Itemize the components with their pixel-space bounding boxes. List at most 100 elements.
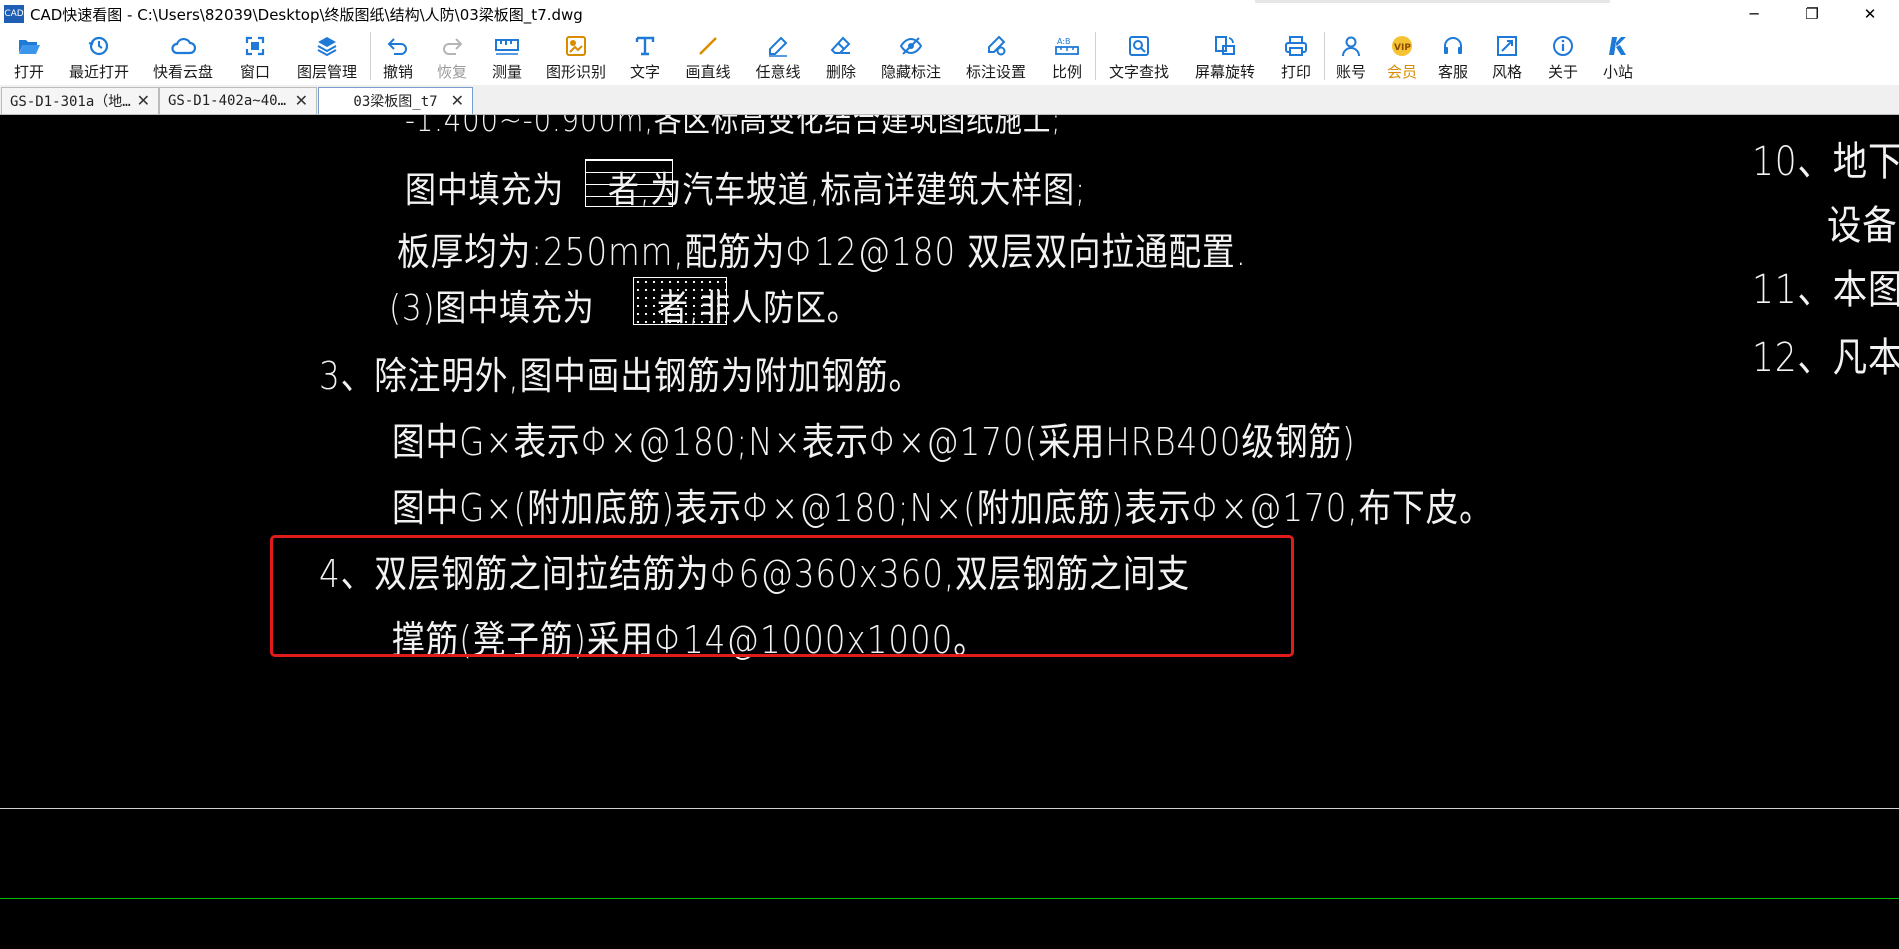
rotate-icon	[1212, 34, 1238, 58]
draw-line-button[interactable]: 画直线	[673, 28, 743, 85]
print-label: 打印	[1280, 63, 1311, 81]
svg-text:VIP: VIP	[1394, 43, 1411, 53]
freehand-icon	[765, 34, 791, 58]
undo-button[interactable]: 撤销	[371, 28, 425, 85]
recent-files-label: 最近打开	[68, 63, 129, 81]
text-search-label: 文字查找	[1108, 63, 1169, 81]
cloud-icon	[170, 34, 196, 58]
headset-icon	[1440, 34, 1466, 58]
tab-label: GS-D1-301a（地…	[10, 94, 131, 110]
drawing-text-line: 11、本图须	[1752, 267, 1899, 313]
tab-close-icon[interactable]: ✕	[295, 91, 308, 110]
style-label: 风格	[1491, 63, 1522, 81]
measure-button[interactable]: 测量	[479, 28, 535, 85]
minimize-button[interactable]: ─	[1725, 0, 1783, 28]
drawing-border-line	[0, 808, 1899, 809]
k-logo-icon	[1605, 34, 1631, 58]
delete-label: 删除	[825, 63, 856, 81]
svg-text:A:B: A:B	[1057, 37, 1071, 46]
redo-button[interactable]: 恢复	[425, 28, 479, 85]
scale-label: 比例	[1051, 63, 1082, 81]
tab-label: GS-D1-402a~40…	[168, 93, 287, 109]
window-title: CAD快速看图 - C:\Users\82039\Desktop\终版图纸\结构…	[30, 5, 583, 24]
customer-service-label: 客服	[1437, 63, 1468, 81]
drawing-text-line: 板厚均为:250mm,配筋为Φ12@180 双层双向拉通配置.	[397, 230, 1247, 274]
open-button[interactable]: 打开	[0, 28, 58, 85]
ruler-icon	[494, 34, 520, 58]
drawing-canvas[interactable]: -1.400~-0.900m,各区标高变化结合建筑图纸施工; 图中填充为 者,为…	[0, 115, 1899, 949]
drawing-text-line: 者,非人防区。	[657, 288, 859, 329]
tab-gs-d1-301a[interactable]: GS-D1-301a（地… ✕	[1, 87, 159, 114]
tab-03-beam-slab[interactable]: 03梁板图_t7 ✕	[318, 87, 473, 114]
title-decoration	[1255, 0, 1610, 3]
drawing-text-line: 10、地下室	[1752, 139, 1899, 185]
drawing-green-line	[0, 898, 1899, 899]
drawing-text-line: 者,为汽车坡道,标高详建筑大样图;	[608, 170, 1087, 211]
eye-hide-icon	[898, 34, 924, 58]
layer-manager-button[interactable]: 图层管理	[284, 28, 370, 85]
history-icon	[86, 34, 112, 58]
open-label: 打开	[13, 63, 44, 81]
text-search-button[interactable]: 文字查找	[1096, 28, 1182, 85]
screen-rotate-label: 屏幕旋转	[1194, 63, 1255, 81]
text-label: 文字	[629, 63, 660, 81]
drawing-text-line: 设备、	[1827, 203, 1899, 249]
cloud-drive-button[interactable]: 快看云盘	[140, 28, 226, 85]
user-icon	[1338, 34, 1364, 58]
style-icon	[1494, 34, 1520, 58]
style-button[interactable]: 风格	[1479, 28, 1535, 85]
account-button[interactable]: 账号	[1325, 28, 1377, 85]
app-logo-icon: CAD	[4, 5, 24, 23]
drawing-text-line: (3)图中填充为	[389, 288, 595, 329]
tab-close-icon[interactable]: ✕	[137, 91, 150, 110]
text-button[interactable]: 文字	[617, 28, 673, 85]
screen-rotate-button[interactable]: 屏幕旋转	[1182, 28, 1268, 85]
window-icon	[242, 34, 268, 58]
account-label: 账号	[1335, 63, 1366, 81]
freehand-line-label: 任意线	[755, 63, 801, 81]
measure-label: 测量	[491, 63, 522, 81]
drawing-text-line: 图中G×(附加底筋)表示Φ×@180;N×(附加底筋)表示Φ×@170,布下皮。	[392, 486, 1493, 530]
undo-icon	[385, 34, 411, 58]
recent-files-button[interactable]: 最近打开	[58, 28, 140, 85]
drawing-text-line: 图中G×表示Φ×@180;N×表示Φ×@170(采用HRB400级钢筋)	[392, 420, 1356, 464]
mini-site-button[interactable]: 小站	[1591, 28, 1645, 85]
undo-label: 撤销	[382, 63, 413, 81]
layer-manager-label: 图层管理	[296, 63, 357, 81]
document-tab-bar: GS-D1-301a（地… ✕ GS-D1-402a~40… ✕ 03梁板图_t…	[0, 85, 1899, 115]
vip-button[interactable]: VIP 会员	[1377, 28, 1427, 85]
scale-button[interactable]: A:B 比例	[1039, 28, 1095, 85]
close-button[interactable]: ✕	[1841, 0, 1899, 28]
cloud-drive-label: 快看云盘	[152, 63, 213, 81]
markup-settings-button[interactable]: 标注设置	[953, 28, 1039, 85]
restore-button[interactable]: ❐	[1783, 0, 1841, 28]
drawing-text-line: 3、除注明外,图中画出钢筋为附加钢筋。	[319, 354, 923, 398]
vip-icon: VIP	[1389, 34, 1415, 58]
vip-label: 会员	[1386, 63, 1417, 81]
hide-markup-button[interactable]: 隐藏标注	[869, 28, 953, 85]
drawing-text-line: -1.400~-0.900m,各区标高变化结合建筑图纸施工;	[405, 115, 1062, 139]
folder-open-icon	[16, 34, 42, 58]
redo-icon	[439, 34, 465, 58]
main-toolbar: 打开 最近打开 快看云盘 窗口 图层管理 撤销 恢复 测量 图形识别 文字 画直…	[0, 28, 1899, 85]
print-button[interactable]: 打印	[1268, 28, 1324, 85]
delete-button[interactable]: 删除	[813, 28, 869, 85]
about-label: 关于	[1547, 63, 1578, 81]
shape-recognition-button[interactable]: 图形识别	[535, 28, 617, 85]
redo-label: 恢复	[436, 63, 467, 81]
about-button[interactable]: 关于	[1535, 28, 1591, 85]
tab-gs-d1-402a[interactable]: GS-D1-402a~40… ✕	[159, 87, 317, 114]
layers-icon	[314, 34, 340, 58]
shape-recognize-icon	[563, 34, 589, 58]
freehand-line-button[interactable]: 任意线	[743, 28, 813, 85]
scale-icon: A:B	[1054, 34, 1080, 58]
info-icon	[1550, 34, 1576, 58]
hide-markup-label: 隐藏标注	[880, 63, 941, 81]
mini-site-label: 小站	[1602, 63, 1633, 81]
tab-close-icon[interactable]: ✕	[451, 91, 464, 110]
text-icon	[632, 34, 658, 58]
drawing-text-line: 图中填充为	[405, 170, 565, 211]
line-icon	[695, 34, 721, 58]
customer-service-button[interactable]: 客服	[1427, 28, 1479, 85]
window-button[interactable]: 窗口	[226, 28, 284, 85]
